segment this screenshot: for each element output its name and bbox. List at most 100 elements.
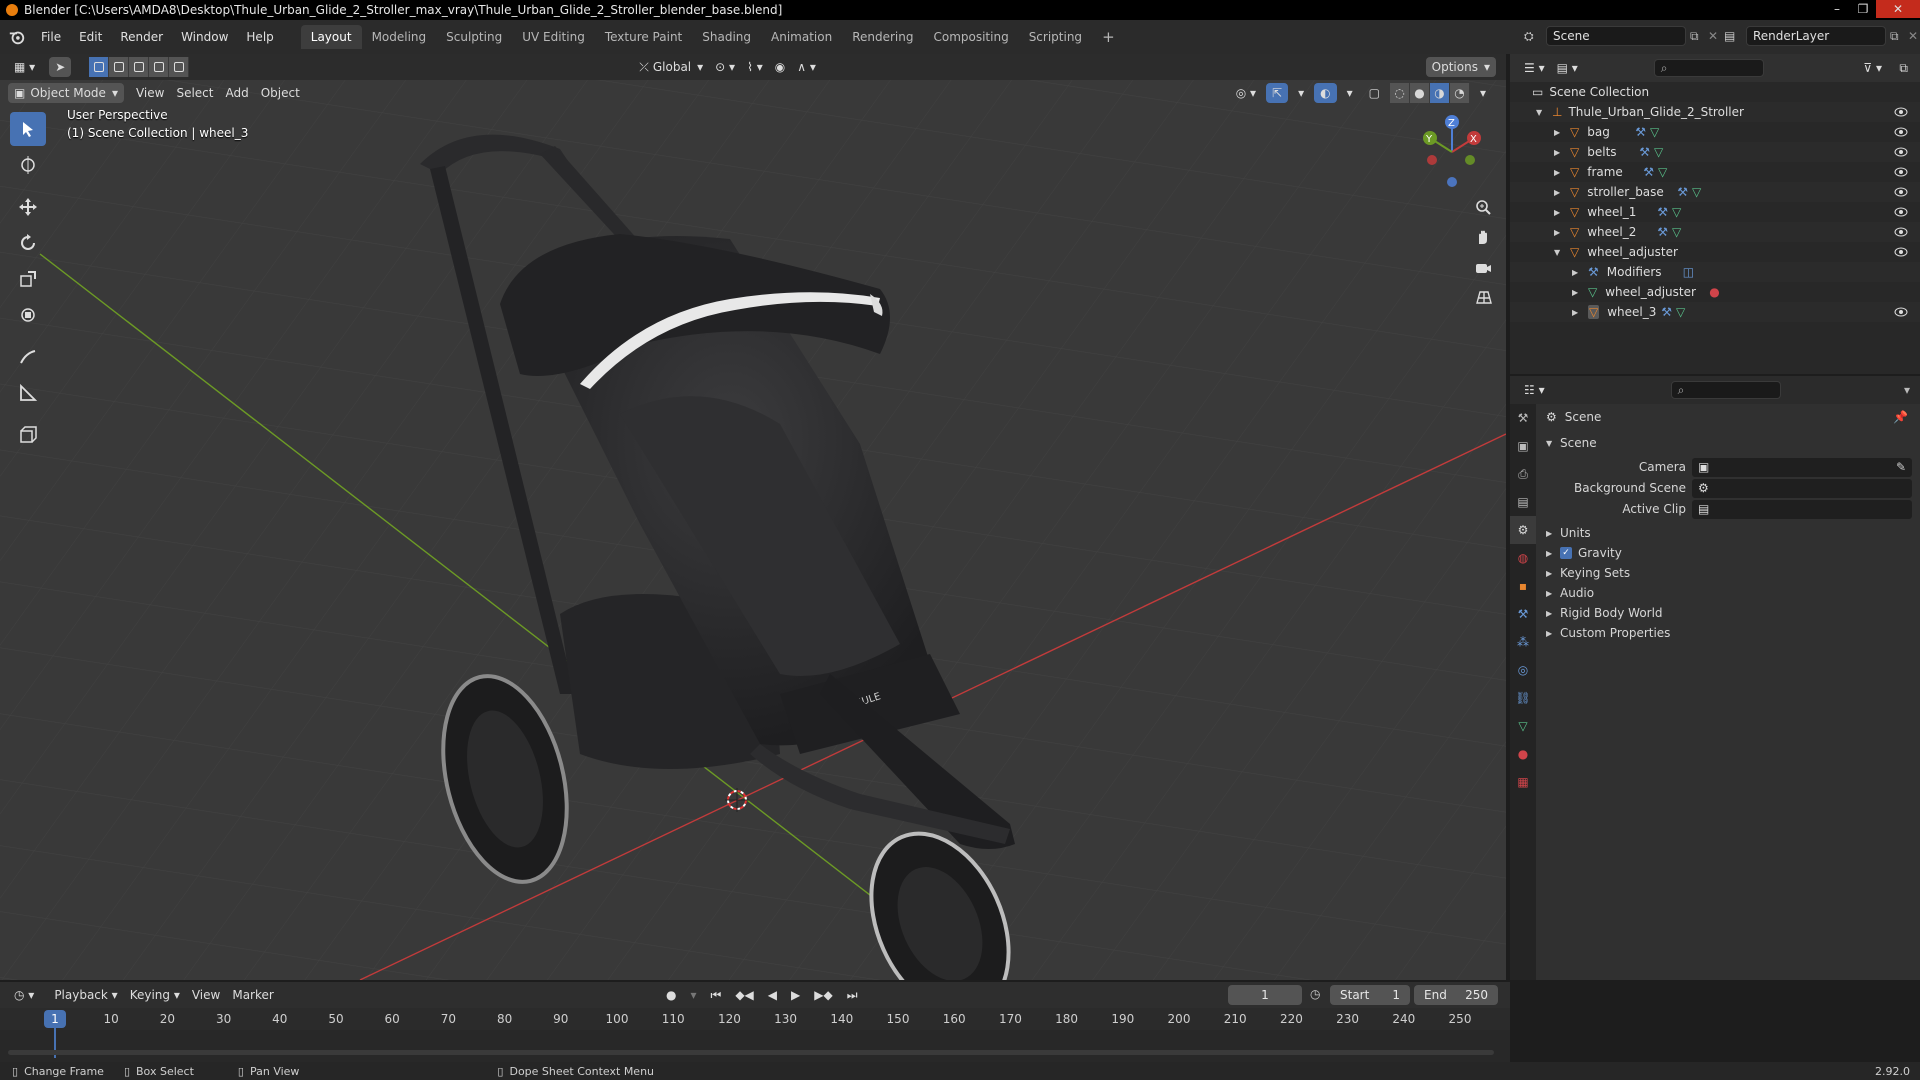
menu-object[interactable]: Object <box>255 83 306 103</box>
background-scene-field[interactable]: ⚙ <box>1692 478 1912 498</box>
eye-icon[interactable] <box>1894 225 1908 239</box>
xray-icon[interactable]: ▢ <box>1363 83 1386 103</box>
tree-row-wheel-adjuster[interactable]: ▼ ▽ wheel_adjuster <box>1510 242 1920 262</box>
material-tab-icon[interactable]: ● <box>1510 740 1536 768</box>
audio-panel-header[interactable]: ▶ Audio <box>1546 582 1916 604</box>
physics-tab-icon[interactable]: ◎ <box>1510 656 1536 684</box>
rendered-shading-icon[interactable]: ◔ <box>1449 83 1470 103</box>
scale-tool-icon[interactable] <box>10 262 46 296</box>
ortho-toggle-icon[interactable] <box>1470 284 1496 310</box>
panel-collapse-icon[interactable]: ▼ <box>1546 439 1556 448</box>
eye-icon[interactable] <box>1894 165 1908 179</box>
scene-icon[interactable]: ⛭ <box>1524 29 1546 44</box>
tree-row-wheel-1[interactable]: ▶ ▽ wheel_1 ⚒ ▽ <box>1510 202 1920 222</box>
expand-toggle-icon[interactable]: ▶ <box>1572 288 1582 297</box>
gizmo-dropdown-icon[interactable]: ▾ <box>1292 83 1310 103</box>
scene-panel-header[interactable]: ▼ Scene <box>1546 432 1916 454</box>
modifier-wrench-icon[interactable]: ⚒ <box>1657 225 1668 239</box>
tree-row-frame[interactable]: ▶ ▽ frame ⚒ ▽ <box>1510 162 1920 182</box>
camera-view-icon[interactable] <box>1470 254 1496 280</box>
tab-compositing[interactable]: Compositing <box>923 25 1018 49</box>
object-tab-icon[interactable]: ▪ <box>1510 572 1536 600</box>
keying-sets-panel-header[interactable]: ▶ Keying Sets <box>1546 562 1916 584</box>
menu-playback[interactable]: Playback ▾ <box>48 985 123 1005</box>
panel-expand-icon[interactable]: ▶ <box>1546 589 1556 598</box>
new-scene-icon[interactable]: ⧉ <box>1690 29 1708 44</box>
tree-row-stroller-base[interactable]: ▶ ▽ stroller_base ⚒ ▽ <box>1510 182 1920 202</box>
jump-end-icon[interactable]: ⏭ <box>841 985 864 1005</box>
editor-type-icon[interactable]: ▦ ▾ <box>8 57 41 77</box>
tree-row-modifiers[interactable]: ▶ ⚒ Modifiers ◫ <box>1510 262 1920 282</box>
select-extend-icon[interactable] <box>109 57 130 77</box>
view-layer-tab-icon[interactable]: ▤ <box>1510 488 1536 516</box>
move-tool-icon[interactable] <box>10 190 46 224</box>
tab-sculpting[interactable]: Sculpting <box>436 25 512 49</box>
modifier-wrench-icon[interactable]: ⚒ <box>1639 145 1650 159</box>
pin-icon[interactable]: 📌 <box>1893 410 1908 424</box>
mesh-data-icon[interactable]: ▽ <box>1654 145 1663 159</box>
tab-layout[interactable]: Layout <box>300 25 362 49</box>
tree-row-wheel-adjuster-mesh[interactable]: ▶ ▽ wheel_adjuster ● <box>1510 282 1920 302</box>
modifier-wrench-icon[interactable]: ⚒ <box>1657 205 1668 219</box>
view-layer-selector[interactable]: RenderLayer <box>1746 26 1886 46</box>
modifier-wrench-icon[interactable]: ⚒ <box>1677 185 1688 199</box>
zoom-icon[interactable] <box>1470 194 1496 220</box>
shading-dropdown-icon[interactable]: ▾ <box>1474 83 1492 103</box>
tree-row-scene-collection[interactable]: ▭ Scene Collection <box>1510 82 1920 102</box>
select-invert-icon[interactable] <box>149 57 170 77</box>
expand-toggle-icon[interactable]: ▶ <box>1554 188 1564 197</box>
select-new-icon[interactable] <box>89 57 110 77</box>
transform-orientation-dropdown[interactable]: ⤫ Global ▾ <box>633 57 709 77</box>
rigid-body-world-panel-header[interactable]: ▶ Rigid Body World <box>1546 602 1916 624</box>
menu-select[interactable]: Select <box>170 83 219 103</box>
gravity-checkbox[interactable]: ✓ <box>1560 547 1572 559</box>
snap-icon[interactable]: ⌇ ▾ <box>741 57 769 77</box>
timeline-editor-type-icon[interactable]: ◷ ▾ <box>8 985 40 1005</box>
panel-expand-icon[interactable]: ▶ <box>1546 569 1556 578</box>
mesh-data-icon[interactable]: ▽ <box>1658 165 1667 179</box>
eye-icon[interactable] <box>1894 145 1908 159</box>
render-tab-icon[interactable]: ▣ <box>1510 432 1536 460</box>
expand-toggle-icon[interactable]: ▶ <box>1554 148 1564 157</box>
3d-viewport[interactable]: THULE ▦ ▾ ➤ ⤫ Global ▾ ⊙ ▾ ⌇ ▾ ◉ ∧ ▾ Opt… <box>0 54 1506 980</box>
blender-menu-icon[interactable] <box>8 28 26 46</box>
timeline-scrollbar[interactable] <box>8 1050 1494 1055</box>
view-layer-icon[interactable]: ▤ <box>1724 29 1746 43</box>
active-clip-field[interactable]: ▤ <box>1692 499 1912 519</box>
menu-keying[interactable]: Keying ▾ <box>124 985 186 1005</box>
eye-icon[interactable] <box>1894 105 1908 119</box>
cursor-tool-icon[interactable] <box>10 148 46 182</box>
expand-toggle-icon[interactable]: ▼ <box>1554 248 1564 257</box>
modifier-wrench-icon[interactable]: ⚒ <box>1661 305 1672 319</box>
play-reverse-icon[interactable]: ◀ <box>762 985 783 1005</box>
tab-texture-paint[interactable]: Texture Paint <box>595 25 692 49</box>
tree-row-wheel-2[interactable]: ▶ ▽ wheel_2 ⚒ ▽ <box>1510 222 1920 242</box>
measure-tool-icon[interactable] <box>10 376 46 410</box>
eyedropper-icon[interactable]: ✎ <box>1896 460 1906 474</box>
scene-selector[interactable]: Scene <box>1546 26 1686 46</box>
object-mode-dropdown[interactable]: ▣ Object Mode ▾ <box>8 83 124 103</box>
tab-rendering[interactable]: Rendering <box>842 25 923 49</box>
display-mode-icon[interactable]: ▤ ▾ <box>1551 58 1584 78</box>
new-view-layer-icon[interactable]: ⧉ <box>1890 29 1908 44</box>
transform-tool-icon[interactable] <box>10 298 46 332</box>
solid-shading-icon[interactable]: ● <box>1409 83 1430 103</box>
navigation-gizmo[interactable]: Z X Y <box>1412 112 1492 192</box>
gravity-panel-header[interactable]: ▶ ✓ Gravity <box>1546 542 1916 564</box>
expand-toggle-icon[interactable]: ▶ <box>1554 208 1564 217</box>
eye-icon[interactable] <box>1894 125 1908 139</box>
tree-row-wheel-3[interactable]: ▶ ▽ wheel_3 ⚒ ▽ <box>1510 302 1920 322</box>
particles-tab-icon[interactable]: ⁂ <box>1510 628 1536 656</box>
modifier-wrench-icon[interactable]: ⚒ <box>1643 165 1654 179</box>
tool-tab-icon[interactable]: ⚒ <box>1510 404 1536 432</box>
viewport-scene[interactable]: THULE <box>0 54 1506 980</box>
data-tab-icon[interactable]: ▽ <box>1510 712 1536 740</box>
menu-view[interactable]: View <box>130 83 170 103</box>
close-button[interactable]: ✕ <box>1876 0 1920 18</box>
select-intersect-icon[interactable] <box>169 57 190 77</box>
material-icon[interactable]: ● <box>1709 285 1719 299</box>
modifier-wrench-icon[interactable]: ⚒ <box>1635 125 1646 139</box>
outliner-search-input[interactable]: ⌕ <box>1653 59 1764 77</box>
end-frame-field[interactable]: End 250 <box>1414 985 1498 1005</box>
modifier-tab-icon[interactable]: ⚒ <box>1510 600 1536 628</box>
